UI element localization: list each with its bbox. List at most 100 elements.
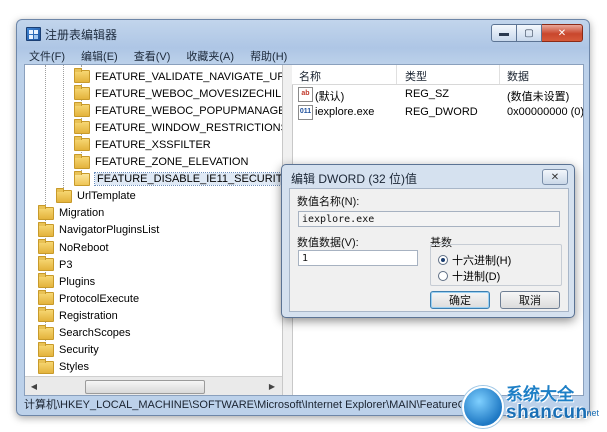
tree-item[interactable]: Styles [38, 358, 89, 375]
tree-item-label: P3 [59, 258, 73, 271]
tree-item-label: FEATURE_VALIDATE_NAVIGATE_URL [95, 70, 282, 83]
folder-icon [38, 273, 54, 289]
folder-icon [38, 358, 54, 374]
tree-item[interactable]: Registration [38, 307, 118, 324]
tree-item-label: FEATURE_WEBOC_POPUPMANAGEME [95, 104, 282, 117]
watermark-logo-icon [462, 386, 504, 428]
value-name: iexplore.exe [315, 106, 375, 118]
column-name[interactable]: 名称 [299, 68, 321, 84]
key-tree[interactable]: FEATURE_VALIDATE_NAVIGATE_URL FEATURE_WEB… [25, 65, 282, 375]
column-separator[interactable] [396, 65, 397, 84]
radio-unselected-icon[interactable] [438, 271, 448, 281]
dec-radio-label: 十进制(D) [452, 271, 501, 283]
tree-item[interactable]: Security [38, 341, 99, 359]
tree-item-label: FEATURE_DISABLE_IE11_SECURITY_EC [93, 172, 282, 187]
tree-item-label: NoReboot [59, 241, 109, 254]
folder-icon [74, 170, 90, 186]
tree-item[interactable]: FEATURE_WEBOC_MOVESIZECHILD [74, 85, 282, 102]
folder-icon [38, 256, 54, 272]
value-name-label: 数值名称(N): [297, 196, 360, 208]
value-data: (数值未设置) [507, 91, 570, 103]
value-name: (默认) [315, 91, 345, 103]
tree-item[interactable]: FEATURE_WINDOW_RESTRICTIONS [74, 119, 282, 136]
column-type[interactable]: 类型 [405, 68, 427, 84]
folder-icon [38, 221, 54, 237]
close-button[interactable]: ✕ [542, 24, 583, 42]
maximize-button[interactable]: ▢ [517, 24, 542, 42]
title-bar[interactable]: 注册表编辑器 ▬ ▢ ✕ [17, 20, 589, 46]
edit-dword-dialog: 编辑 DWORD (32 位)值 ✕ 数值名称(N): iexplore.exe… [281, 164, 575, 318]
dialog-close-button[interactable]: ✕ [542, 169, 568, 185]
tree-item[interactable]: P3 [38, 256, 72, 273]
menu-favorites[interactable]: 收藏夹(A) [178, 46, 242, 64]
value-type: REG_SZ [405, 88, 450, 100]
string-value-icon: ab [298, 87, 313, 102]
list-header: 名称 类型 数据 [292, 65, 583, 85]
folder-icon [74, 153, 90, 169]
tree-item[interactable]: FEATURE_DISABLE_IE11_SECURITY_EC [74, 170, 282, 188]
tree-item-label: Security [59, 344, 99, 357]
tree-item[interactable]: FEATURE_WEBOC_POPUPMANAGEME [74, 102, 282, 119]
tree-item[interactable]: FEATURE_ZONE_ELEVATION [74, 153, 249, 171]
scroll-thumb[interactable] [85, 380, 205, 394]
folder-icon [74, 119, 90, 135]
close-icon: ✕ [557, 27, 567, 39]
hex-radio[interactable]: 十六进制(H) [438, 252, 511, 268]
tree-item[interactable]: FEATURE_XSSFILTER [74, 136, 211, 153]
folder-icon [38, 204, 54, 220]
folder-icon [56, 187, 72, 203]
site-watermark: 系统大全 shancun .net [462, 376, 604, 430]
tree-item-label: FEATURE_WINDOW_RESTRICTIONS [95, 121, 282, 134]
cancel-button[interactable]: 取消 [500, 291, 560, 309]
window-title: 注册表编辑器 [45, 28, 118, 42]
tree-horizontal-scrollbar[interactable]: ◀ ▶ [25, 376, 282, 395]
close-icon: ✕ [550, 171, 560, 183]
tree-item-label: Styles [59, 361, 89, 374]
tree-item[interactable]: Plugins [38, 273, 95, 290]
folder-icon [38, 290, 54, 306]
menu-help[interactable]: 帮助(H) [242, 46, 295, 64]
tree-item[interactable]: ProtocolExecute [38, 290, 139, 307]
list-row[interactable]: 011 iexplore.exe REG_DWORD 0x00000000 (0… [292, 104, 583, 121]
folder-icon [38, 239, 54, 254]
tree-item[interactable]: Migration [38, 204, 105, 222]
tree-item-label: ProtocolExecute [59, 292, 140, 305]
scroll-left-icon[interactable]: ◀ [27, 379, 41, 393]
folder-icon [74, 102, 90, 118]
radio-selected-icon[interactable] [438, 255, 448, 265]
tree-item[interactable]: NoReboot [38, 239, 109, 256]
registry-editor-icon [26, 27, 41, 41]
menu-bar: 文件(F) 编辑(E) 查看(V) 收藏夹(A) 帮助(H) [21, 46, 585, 64]
tree-item-label: FEATURE_ZONE_ELEVATION [95, 156, 249, 168]
menu-edit[interactable]: 编辑(E) [73, 46, 126, 64]
tree-item-label: FEATURE_XSSFILTER [95, 138, 211, 151]
tree-item-label: FEATURE_WEBOC_MOVESIZECHILD [95, 87, 282, 100]
maximize-icon: ▢ [524, 27, 534, 39]
tree-item[interactable]: SearchScopes [38, 324, 131, 342]
menu-file[interactable]: 文件(F) [21, 46, 73, 64]
window-controls: ▬ ▢ ✕ [491, 24, 583, 42]
column-separator[interactable] [499, 65, 500, 84]
tree-item-label: Migration [59, 207, 105, 220]
folder-icon [74, 68, 90, 83]
ok-button[interactable]: 确定 [430, 291, 490, 309]
folder-icon [38, 324, 54, 340]
minimize-icon: ▬ [499, 27, 509, 39]
dword-value-icon: 011 [298, 105, 313, 120]
value-data-input[interactable]: 1 [298, 250, 418, 266]
dec-radio[interactable]: 十进制(D) [438, 268, 500, 284]
tree-item-label: Plugins [59, 275, 96, 288]
tree-item[interactable]: UrlTemplate [56, 187, 136, 205]
tree-guide-line [63, 65, 64, 197]
menu-view[interactable]: 查看(V) [126, 46, 179, 64]
list-row[interactable]: ab (默认) REG_SZ (数值未设置) [292, 86, 583, 103]
tree-item[interactable]: FEATURE_VALIDATE_NAVIGATE_URL [74, 68, 282, 85]
value-data: 0x00000000 (0) [507, 106, 583, 118]
tree-item[interactable]: NavigatorPluginsList [38, 221, 159, 239]
scroll-right-icon[interactable]: ▶ [265, 379, 279, 393]
column-data[interactable]: 数据 [507, 68, 529, 84]
watermark-net-text: .net [584, 408, 600, 418]
minimize-button[interactable]: ▬ [491, 24, 517, 42]
folder-icon [38, 307, 54, 323]
tree-item-label: Registration [59, 309, 118, 322]
